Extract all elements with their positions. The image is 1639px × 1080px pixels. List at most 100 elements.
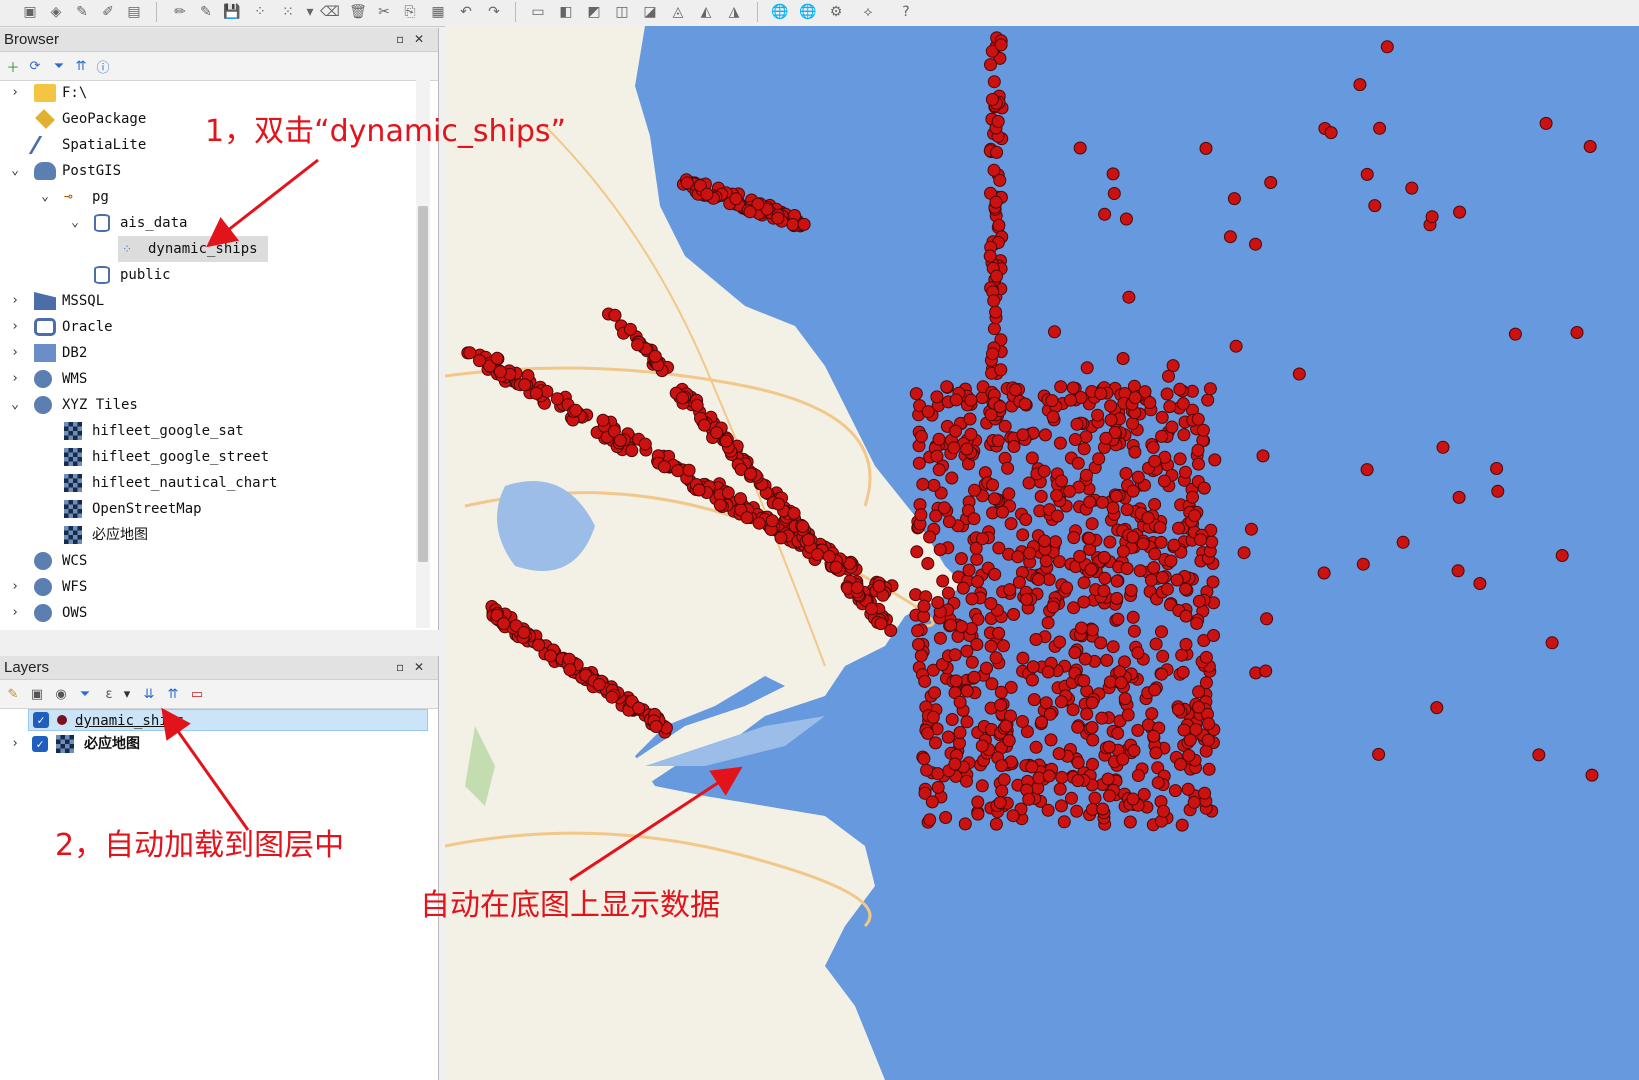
browser-item-wms[interactable]: › WMS [0,366,416,392]
browser-item-xyz-tiles[interactable]: ⌄ XYZ Tiles [0,392,416,418]
copy-icon[interactable]: ⎘ [400,2,420,22]
browser-item-wcs[interactable]: WCS [0,548,416,574]
chevron-down-icon[interactable]: ⌄ [9,392,21,418]
label-color-icon[interactable]: ◧ [556,2,576,22]
remove-layer-icon[interactable]: ▭ [188,685,206,703]
label-show-icon[interactable]: ◪ [640,2,660,22]
style-icon[interactable]: ✎ [4,685,22,703]
ship-point [1175,818,1189,832]
undo-icon[interactable]: ↶ [456,2,476,22]
label-tool-icon[interactable]: ▭ [528,2,548,22]
layer-visibility-checkbox[interactable]: ✓ [32,736,48,752]
chevron-right-icon[interactable]: › [9,288,21,314]
close-panel-icon[interactable]: ✕ [414,32,424,46]
ship-point [752,516,766,530]
pencil-icon[interactable]: ✎ [196,2,216,22]
float-panel-icon[interactable]: ▫ [396,32,404,46]
browser-item-drive-f[interactable]: › F:\ [0,80,416,106]
browser-item-openstreetmap[interactable]: OpenStreetMap [0,496,416,522]
scrollbar-thumb[interactable] [418,206,428,562]
layer-item-dynamic-ships[interactable]: ✓ dynamic_ships [28,709,428,731]
visibility-eye-icon[interactable]: ◉ [52,685,70,703]
dropdown-arrow-icon[interactable]: ▾ [118,685,136,703]
add-feature-icon[interactable]: ⁘ [250,2,270,22]
chevron-right-icon[interactable]: › [9,340,21,366]
dropdown-arrow-icon[interactable]: ▾ [300,2,320,22]
ship-point [941,730,955,744]
browser-item-postgis[interactable]: ⌄ PostGIS [0,158,416,184]
label-change-icon[interactable]: ◭ [696,2,716,22]
delete-icon[interactable]: ⌫ [320,2,340,22]
browser-item-hifleet-nautical-chart[interactable]: hifleet_nautical_chart [0,470,416,496]
chevron-right-icon[interactable]: › [9,80,21,106]
collapse-all-icon[interactable]: ⇈ [164,685,182,703]
wms-globe-icon[interactable]: 🌐 [770,2,790,22]
digitize-icon[interactable]: ✐ [98,2,118,22]
ship-point [1050,509,1064,523]
browser-item-ows[interactable]: › OWS [0,600,416,626]
help-icon[interactable]: ? [896,2,916,22]
chevron-down-icon[interactable]: ⌄ [9,158,21,184]
save-edits-icon[interactable]: 💾 [222,2,242,22]
browser-item-ais-data[interactable]: ⌄ ais_data [0,210,416,236]
close-panel-icon[interactable]: ✕ [414,660,424,674]
add-layer-icon[interactable]: ◈ [46,2,66,22]
refresh-icon[interactable]: ⟳ [26,57,44,75]
filter-icon[interactable]: ⏷ [50,57,68,75]
ship-point [1065,791,1078,805]
chevron-right-icon[interactable]: › [9,574,21,600]
layer-visibility-checkbox[interactable]: ✓ [33,712,49,728]
browser-item-hifleet-google-sat[interactable]: hifleet_google_sat [0,418,416,444]
label-rotate-icon[interactable]: ◬ [668,2,688,22]
label-pin-icon[interactable]: ◩ [584,2,604,22]
collapse-all-icon[interactable]: ⇈ [72,57,90,75]
ship-point [744,467,758,481]
trash-icon[interactable]: 🗑 [348,2,368,22]
browser-item-mssql[interactable]: › MSSQL [0,288,416,314]
python-icon[interactable]: ⟡ [858,2,878,22]
chevron-right-icon[interactable]: › [9,366,21,392]
browser-item-bing-maps[interactable]: 必应地图 [0,522,416,548]
add-selected-icon[interactable]: ＋ [4,57,22,76]
expand-all-icon[interactable]: ⇊ [140,685,158,703]
chevron-right-icon[interactable]: › [9,600,21,626]
ship-point [1025,673,1039,687]
wfs-globe-icon[interactable]: 🌐 [798,2,818,22]
browser-item-hifleet-google-street[interactable]: hifleet_google_street [0,444,416,470]
layer-item-bing-maps[interactable]: › ✓ 必应地图 [0,732,428,756]
new-project-icon[interactable]: ▣ [20,2,40,22]
vector-tool-icon[interactable]: ✎ [72,2,92,22]
toolbox-icon[interactable]: ▤ [124,2,144,22]
browser-item-oracle[interactable]: › Oracle [0,314,416,340]
chevron-right-icon[interactable]: › [9,314,21,340]
ship-point [987,322,1001,336]
edit-icon[interactable]: ✏ [170,2,190,22]
chevron-down-icon[interactable]: ⌄ [39,184,51,210]
ship-point [1110,591,1124,605]
float-panel-icon[interactable]: ▫ [396,660,404,674]
cut-icon[interactable]: ✂ [374,2,394,22]
chevron-down-icon[interactable]: ⌄ [69,210,81,236]
browser-item-db2[interactable]: › DB2 [0,340,416,366]
ship-point [1029,740,1043,754]
browser-item-pg[interactable]: ⌄ ⊸ pg [0,184,416,210]
browser-item-dynamic-ships[interactable]: ⁘ dynamic_ships [118,236,268,262]
ship-point [975,739,989,753]
browser-item-wfs[interactable]: › WFS [0,574,416,600]
chevron-right-icon[interactable]: › [9,732,21,756]
tile-icon [56,735,74,753]
browser-item-public[interactable]: public [0,262,416,288]
add-group-icon[interactable]: ▣ [28,685,46,703]
filter-icon[interactable]: ⏷ [76,685,94,703]
paste-icon[interactable]: ▦ [428,2,448,22]
label-options-icon[interactable]: ◮ [724,2,744,22]
ship-point [1508,327,1522,341]
ship-point [1191,443,1205,457]
redo-icon[interactable]: ↷ [484,2,504,22]
properties-info-icon[interactable]: ⓘ [94,57,112,76]
vertex-tool-icon[interactable]: ⁙ [278,2,298,22]
browser-scrollbar[interactable] [416,80,430,628]
plugin-icon[interactable]: ⚙ [826,2,846,22]
label-move-icon[interactable]: ◫ [612,2,632,22]
expression-filter-icon[interactable]: ε [100,685,118,703]
